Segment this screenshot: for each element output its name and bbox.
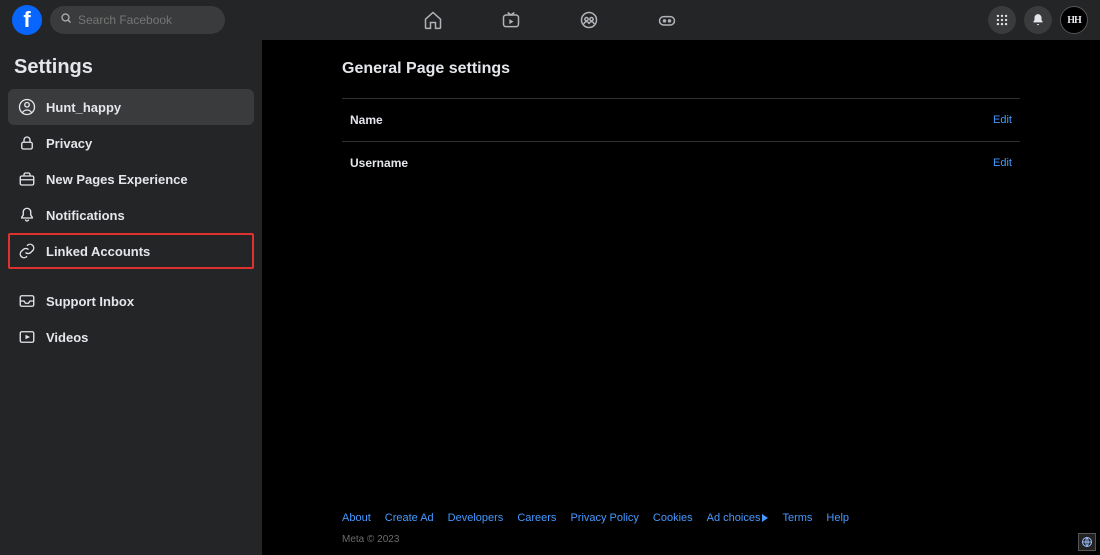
sidebar-item-label: Privacy [46, 136, 92, 151]
setting-label: Username [350, 156, 408, 170]
profile-icon [18, 98, 36, 116]
watch-icon[interactable] [501, 10, 521, 30]
sidebar-item-label: Support Inbox [46, 294, 134, 309]
adchoices-icon [762, 514, 768, 522]
briefcase-icon [18, 170, 36, 188]
sidebar-item-notifications[interactable]: Notifications [8, 197, 254, 233]
lock-icon [18, 134, 36, 152]
notifications-button[interactable] [1024, 6, 1052, 34]
edit-link-name[interactable]: Edit [993, 114, 1012, 126]
sidebar-item-new-pages[interactable]: New Pages Experience [8, 161, 254, 197]
footer-link-terms[interactable]: Terms [782, 512, 812, 524]
menu-grid-button[interactable] [988, 6, 1016, 34]
setting-row-username: Username Edit [342, 141, 1020, 184]
footer-link-privacy[interactable]: Privacy Policy [570, 512, 638, 524]
sidebar-item-privacy[interactable]: Privacy [8, 125, 254, 161]
account-avatar[interactable]: HH [1060, 6, 1088, 34]
sidebar-item-profile[interactable]: Hunt_happy [8, 89, 254, 125]
footer-links: About Create Ad Developers Careers Priva… [342, 512, 1020, 524]
sidebar-item-label: Linked Accounts [46, 244, 150, 259]
page-title: General Page settings [342, 60, 1020, 78]
footer-copyright: Meta © 2023 [342, 534, 1020, 545]
sidebar-item-label: Hunt_happy [46, 100, 121, 115]
footer-link-adchoices[interactable]: Ad choices [707, 512, 769, 524]
page-footer: About Create Ad Developers Careers Priva… [342, 512, 1020, 545]
settings-sidebar: Settings Hunt_happy Privacy New Pages Ex… [0, 40, 262, 555]
inbox-icon [18, 292, 36, 310]
footer-link-create-ad[interactable]: Create Ad [385, 512, 434, 524]
footer-link-developers[interactable]: Developers [448, 512, 504, 524]
search-field[interactable] [50, 6, 225, 34]
sidebar-item-videos[interactable]: Videos [8, 319, 254, 355]
center-nav [423, 0, 677, 40]
groups-icon[interactable] [579, 10, 599, 30]
main-layout: Settings Hunt_happy Privacy New Pages Ex… [0, 40, 1100, 555]
footer-link-about[interactable]: About [342, 512, 371, 524]
sidebar-item-label: Videos [46, 330, 88, 345]
sidebar-item-linked-accounts[interactable]: Linked Accounts [8, 233, 254, 269]
link-icon [18, 242, 36, 260]
gaming-icon[interactable] [657, 10, 677, 30]
setting-label: Name [350, 113, 383, 127]
video-icon [18, 328, 36, 346]
footer-link-careers[interactable]: Careers [517, 512, 556, 524]
edit-link-username[interactable]: Edit [993, 157, 1012, 169]
search-icon [60, 11, 72, 29]
setting-row-name: Name Edit [342, 98, 1020, 141]
footer-link-help[interactable]: Help [826, 512, 849, 524]
topnav-right: HH [988, 6, 1088, 34]
sidebar-title: Settings [8, 52, 254, 89]
sidebar-item-label: New Pages Experience [46, 172, 188, 187]
search-input[interactable] [78, 13, 215, 27]
top-navbar: f HH [0, 0, 1100, 40]
home-icon[interactable] [423, 10, 443, 30]
accessibility-globe-icon[interactable] [1078, 533, 1096, 551]
facebook-logo[interactable]: f [12, 5, 42, 35]
footer-link-cookies[interactable]: Cookies [653, 512, 693, 524]
content-area: General Page settings Name Edit Username… [262, 40, 1100, 555]
bell-icon [18, 206, 36, 224]
sidebar-item-label: Notifications [46, 208, 125, 223]
sidebar-item-support-inbox[interactable]: Support Inbox [8, 283, 254, 319]
